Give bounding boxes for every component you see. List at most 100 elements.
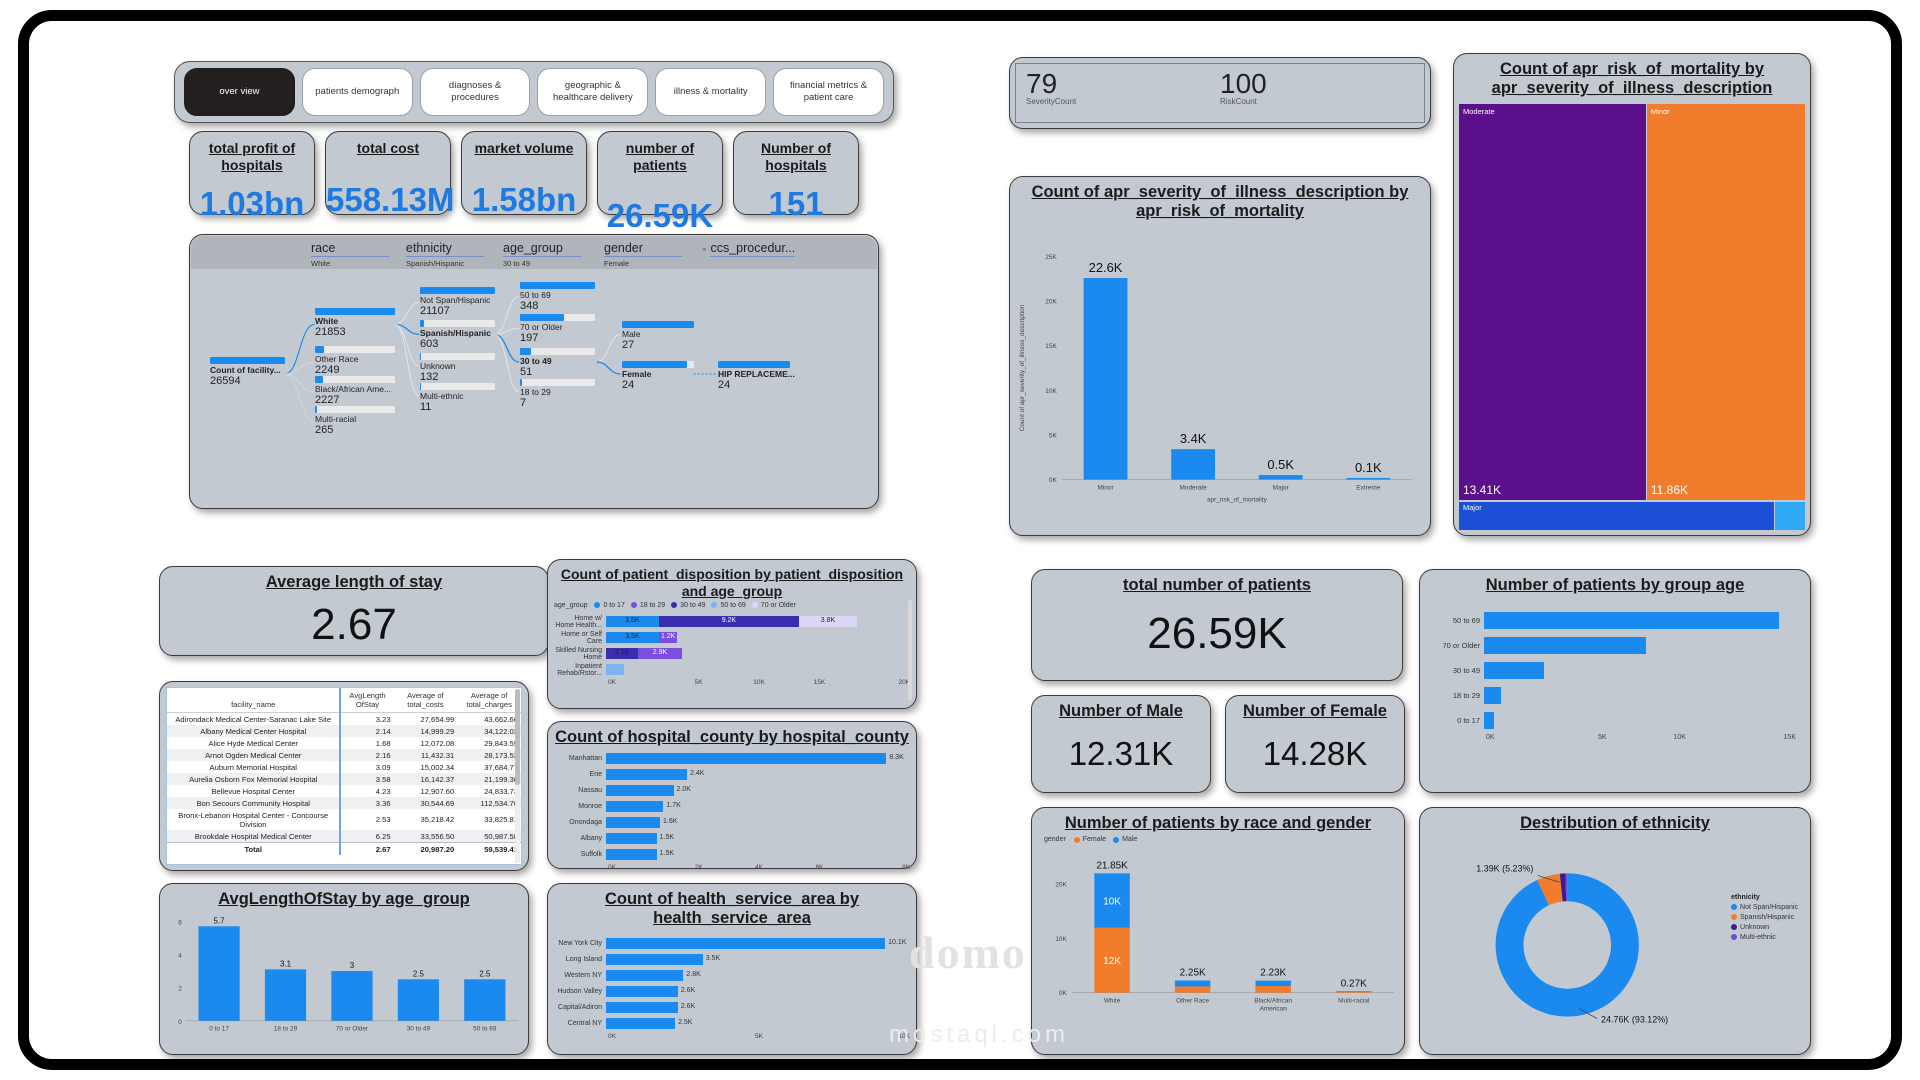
tree-node-gender-female[interactable]: Female 24: [622, 361, 694, 391]
bar-row[interactable]: Hudson Valley 2.6K: [554, 985, 910, 998]
legend-item[interactable]: Male: [1113, 836, 1137, 843]
bar-row[interactable]: Skilled Nursing Home 2.1K 2.9K: [554, 647, 910, 661]
bar-row[interactable]: Manhattan 8.3K: [554, 752, 910, 765]
chart-race-gender[interactable]: Number of patients by race and gender ge…: [1031, 807, 1405, 1055]
bar-row[interactable]: Capital/Adiron 2.6K: [554, 1001, 910, 1014]
tree-node-root[interactable]: Count of facility... 26594: [210, 357, 285, 387]
table-row[interactable]: Aurelia Osborn Fox Memorial Hospital 3.58…: [167, 773, 521, 785]
chart-avg-los-by-age[interactable]: AvgLengthOfStay by age_group 0 2 4 6 5.7 0 to…: [159, 883, 529, 1055]
bar-row[interactable]: 50 to 69: [1428, 609, 1796, 631]
treemap-tile-extreme[interactable]: [1774, 501, 1805, 530]
table-row[interactable]: Albany Medical Center Hospital 2.14 14,999…: [167, 725, 521, 737]
tree-col-ccs-procedure[interactable]: ⚭ ccs_procedur...: [701, 241, 796, 257]
chart-patients-by-group-age[interactable]: Number of patients by group age 50 to 69…: [1419, 569, 1811, 793]
tab-over-view[interactable]: over view: [184, 68, 295, 116]
bar-row[interactable]: 18 to 29: [1428, 684, 1796, 706]
bar-row[interactable]: 30 to 49: [1428, 659, 1796, 681]
card-total-patients[interactable]: total number of patients 26.59K: [1031, 569, 1403, 681]
tree-node-age-30to49[interactable]: 30 to 49 51: [520, 348, 595, 378]
tree-node-age-50to69[interactable]: 50 to 69 348: [520, 282, 595, 312]
tree-node-race-other[interactable]: Other Race 2249: [315, 346, 395, 376]
bar-row[interactable]: Suffolk 1.5K: [554, 848, 910, 861]
table-row[interactable]: Adirondack Medical Center-Saranac Lake S…: [167, 712, 521, 725]
table-scrollbar[interactable]: [515, 689, 520, 863]
tree-node-eth-unknown[interactable]: Unknown 132: [420, 353, 495, 383]
bar-row[interactable]: Long Island 3.5K: [554, 953, 910, 966]
card-severity-risk-counts[interactable]: 79 SeverityCount 100 RiskCount: [1009, 57, 1431, 129]
tree-node-gender-male[interactable]: Male 27: [622, 321, 694, 351]
table-row[interactable]: Bon Secours Community Hospital 3.36 30,544…: [167, 797, 521, 809]
treemap-tile-moderate[interactable]: Moderate 13.41K: [1459, 104, 1646, 501]
chart-ethnicity-donut[interactable]: Destribution of ethnicity 1.39K (5.23%) 2…: [1419, 807, 1811, 1055]
chart-patient-disposition[interactable]: Count of patient_disposition by patient_…: [547, 559, 917, 709]
bar-row[interactable]: Onondaga 1.6K: [554, 816, 910, 829]
bar-row[interactable]: Albany 1.5K: [554, 832, 910, 845]
tab-illness-mortality[interactable]: illness & mortality: [655, 68, 767, 116]
chart-health-service-area[interactable]: Count of health_service_area by health_s…: [547, 883, 917, 1055]
tree-col-race[interactable]: race White: [311, 241, 389, 268]
kpi-card-number-of-patients[interactable]: number of patients 26.59K: [597, 131, 723, 234]
card-average-length-of-stay[interactable]: Average length of stay 2.67: [159, 566, 549, 656]
legend-item[interactable]: 0 to 17: [594, 602, 625, 609]
bar-row[interactable]: 0 to 17: [1428, 709, 1796, 731]
kpi-card-number-of-hospitals[interactable]: Number of hospitals 151: [733, 131, 859, 222]
legend-item[interactable]: 30 to 49: [671, 602, 705, 609]
bar-row[interactable]: Home or Self Care 3.5K 1.2K: [554, 631, 910, 645]
chart-hospital-county[interactable]: Count of hospital_county by hospital_cou…: [547, 721, 917, 872]
card-number-of-female[interactable]: Number of Female 14.28K: [1225, 695, 1405, 793]
tab-patients-demograph[interactable]: patients demograph: [301, 68, 413, 116]
tree-col-gender[interactable]: gender Female: [604, 241, 682, 268]
kpi-card-total-cost[interactable]: total cost 558.13M: [325, 131, 454, 218]
legend-item[interactable]: Spanish/Hispanic: [1731, 914, 1798, 921]
facility-table[interactable]: facility_name AvgLength OfStay Average o…: [167, 688, 521, 855]
bar-row[interactable]: Central NY 2.5K: [554, 1017, 910, 1030]
panel-facility-table[interactable]: facility_name AvgLength OfStay Average o…: [159, 681, 529, 871]
tree-node-race-black[interactable]: Black/African Ame... 2227: [315, 376, 395, 406]
table-row[interactable]: Bellevue Hospital Center 4.23 12,907.60 24,…: [167, 785, 521, 797]
tree-col-sub: Female: [604, 259, 630, 268]
bar-row[interactable]: New York City 10.1K: [554, 937, 910, 950]
table-row[interactable]: Alice Hyde Medical Center 1.68 12,072.08 29…: [167, 737, 521, 749]
tree-col-ethnicity[interactable]: ethnicity Spanish/Hispanic: [406, 241, 484, 268]
table-row[interactable]: Arnot Ogden Medical Center 2.16 11,432.31 2…: [167, 749, 521, 761]
bar-row[interactable]: Nassau 2.0K: [554, 784, 910, 797]
tree-node-race-multiracial[interactable]: Multi-racial 265: [315, 406, 395, 436]
table-row[interactable]: Bronx-Lebanon Hospital Center - Concours…: [167, 809, 521, 830]
card-number-of-male[interactable]: Number of Male 12.31K: [1031, 695, 1211, 793]
bar-row[interactable]: Western NY 2.8K: [554, 969, 910, 982]
legend-item[interactable]: 18 to 29: [630, 602, 665, 609]
decomposition-tree[interactable]: race White ethnicity Spanish/Hispanic ag…: [189, 234, 879, 509]
table-row[interactable]: Auburn Memorial Hospital 3.09 15,002.34 37,…: [167, 761, 521, 773]
tree-node-race-white[interactable]: White 21853: [315, 308, 395, 338]
treemap-tile-major[interactable]: Major: [1459, 501, 1774, 530]
tree-node-age-18to29[interactable]: 18 to 29 7: [520, 379, 595, 409]
treemap-tile-minor[interactable]: Minor 11.86K: [1646, 104, 1805, 501]
legend-item[interactable]: Multi-ethnic: [1731, 934, 1798, 941]
bar-row[interactable]: Erie 2.4K: [554, 768, 910, 781]
tree-col-age-group[interactable]: age_group 30 to 49: [503, 241, 581, 268]
tab-diagnoses-procedures[interactable]: diagnoses & procedures: [419, 68, 531, 116]
legend-item[interactable]: 70 or Older: [751, 602, 796, 609]
tree-node-eth-multi[interactable]: Multi-ethnic 11: [420, 383, 495, 413]
legend-item[interactable]: 50 to 69: [711, 602, 746, 609]
legend-item[interactable]: Unknown: [1731, 924, 1798, 931]
chart-severity-by-mortality[interactable]: Count of apr_severity_of_illness_descrip…: [1009, 176, 1431, 536]
tree-node-eth-spanish[interactable]: Spanish/Hispanic 603: [420, 320, 495, 350]
bar-row[interactable]: 70 or Older: [1428, 634, 1796, 656]
chart-mortality-treemap[interactable]: Count of apr_risk_of_mortality by apr_se…: [1453, 53, 1811, 536]
table-row[interactable]: Brookdale Hospital Medical Center 6.25 33,…: [167, 830, 521, 843]
tab-geographic-healthcare-delivery[interactable]: geographic & healthcare delivery: [537, 68, 649, 116]
tree-node-age-70plus[interactable]: 70 or Older 197: [520, 314, 595, 344]
legend-item[interactable]: Female: [1073, 836, 1106, 843]
tree-node-eth-notspan[interactable]: Not Span/Hispanic 21107: [420, 287, 495, 317]
bar-row[interactable]: Home w/ Home Health... 3.5K 9.2K 3.8K: [554, 615, 910, 629]
bar-row[interactable]: Monroe 1.7K: [554, 800, 910, 813]
chart-scrollbar[interactable]: [908, 600, 912, 700]
bar-row[interactable]: Inpatient Rehab/Rstor...: [554, 663, 910, 677]
kpi-card-market-volume[interactable]: market volume 1.58bn: [461, 131, 587, 218]
legend-item[interactable]: Not Span/Hispanic: [1731, 904, 1798, 911]
kpi-card-total-profit[interactable]: total profit of hospitals 1.03bn: [189, 131, 315, 222]
tab-financial-metrics-patient-care[interactable]: financial metrics & patient care: [773, 68, 884, 116]
tree-node-procedure-hip[interactable]: HIP REPLACEME... 24: [718, 361, 795, 391]
xtick: 4K: [755, 864, 763, 872]
